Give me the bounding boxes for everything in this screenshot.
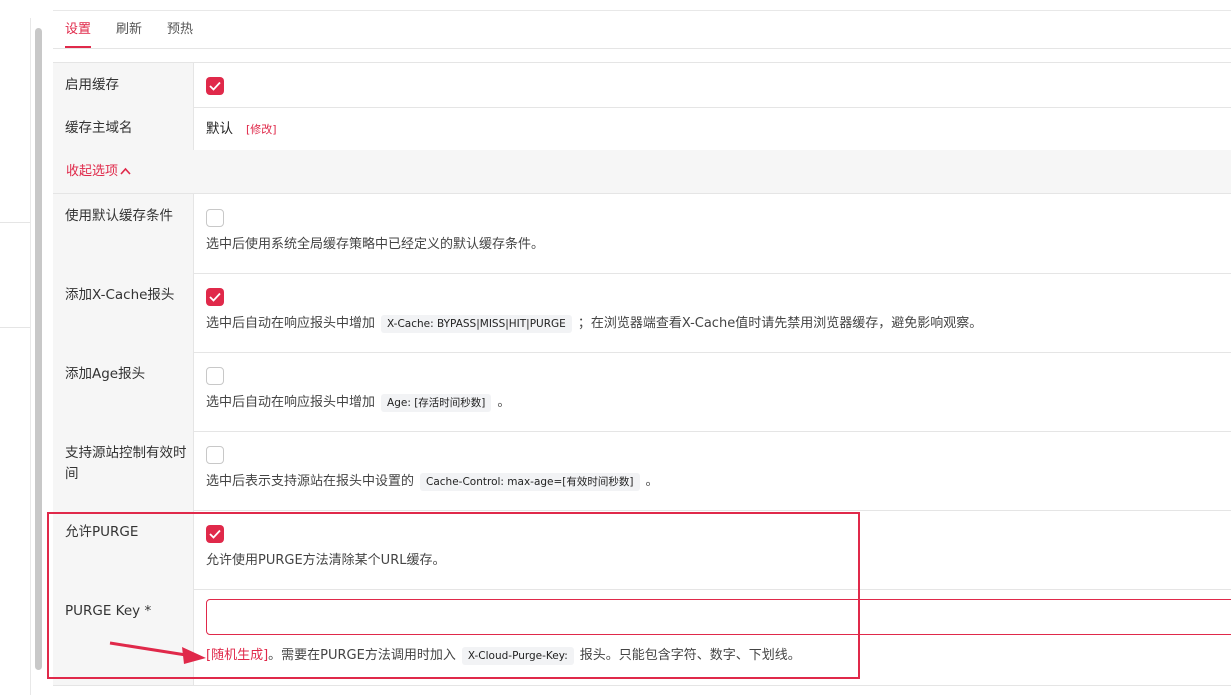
left-panel xyxy=(0,18,31,695)
row-default-conditions: 使用默认缓存条件 选中后使用系统全局缓存策略中已经定义的默认缓存条件。 xyxy=(53,194,1231,274)
purge-key-label: PURGE Key * xyxy=(65,603,152,619)
default-conditions-desc: 选中后使用系统全局缓存策略中已经定义的默认缓存条件。 xyxy=(206,237,545,252)
collapse-options-link[interactable]: 收起选项 xyxy=(66,162,131,182)
cache-host-value: 默认 xyxy=(206,121,233,137)
annotation-arrow-icon xyxy=(109,641,206,664)
left-divider xyxy=(0,327,30,328)
row-age: 添加Age报头 选中后自动在响应报头中增加 Age: [存活时间秒数]。 xyxy=(53,352,1231,432)
age-label: 添加Age报头 xyxy=(65,366,146,382)
tab-preheat[interactable]: 预热 xyxy=(167,12,193,47)
age-code: Age: [存活时间秒数] xyxy=(381,394,492,412)
x-cache-desc: 选中后自动在响应报头中增加 X-Cache: BYPASS|MISS|HIT|PU… xyxy=(206,315,983,333)
origin-control-desc: 选中后表示支持源站在报头中设置的 Cache-Control: max-age=[… xyxy=(206,473,659,491)
row-x-cache: 添加X-Cache报头 选中后自动在响应报头中增加 X-Cache: BYPASS… xyxy=(53,273,1231,353)
cache-host-edit-link[interactable]: [修改] xyxy=(246,120,277,140)
row-origin-control: 支持源站控制有效时间 选中后表示支持源站在报头中设置的 Cache-Control… xyxy=(53,431,1231,511)
enable-cache-checkbox[interactable] xyxy=(206,77,224,95)
row-cache-host: 缓存主域名 默认 [修改] xyxy=(53,107,1231,151)
purge-checkbox[interactable] xyxy=(206,525,224,543)
chevron-up-icon xyxy=(120,167,131,175)
age-desc: 选中后自动在响应报头中增加 Age: [存活时间秒数]。 xyxy=(206,394,511,412)
left-divider xyxy=(0,222,30,223)
purge-desc: 允许使用PURGE方法清除某个URL缓存。 xyxy=(206,553,446,568)
default-conditions-label: 使用默认缓存条件 xyxy=(65,208,173,224)
check-icon xyxy=(209,529,221,539)
enable-cache-label: 启用缓存 xyxy=(65,77,119,93)
top-divider xyxy=(53,10,1231,11)
age-checkbox[interactable] xyxy=(206,367,224,385)
x-cache-label: 添加X-Cache报头 xyxy=(65,287,175,303)
settings-table: 启用缓存 缓存主域名 默认 [修改] 收起选项 使用默认缓存条件 选中后使用系统… xyxy=(53,62,1231,686)
x-cache-code: X-Cache: BYPASS|MISS|HIT|PURGE xyxy=(381,315,572,333)
purge-label: 允许PURGE xyxy=(65,524,139,540)
check-icon xyxy=(209,81,221,91)
origin-control-checkbox[interactable] xyxy=(206,446,224,464)
tab-bar: 设置 刷新 预热 xyxy=(53,12,1231,49)
check-icon xyxy=(209,292,221,302)
row-purge-key: PURGE Key * [随机生成]。需要在PURGE方法调用时加入 X-Clou… xyxy=(53,589,1231,686)
scrollbar[interactable] xyxy=(35,28,42,670)
tab-settings[interactable]: 设置 xyxy=(65,12,92,48)
purge-key-desc: [随机生成]。需要在PURGE方法调用时加入 X-Cloud-Purge-Key:… xyxy=(206,647,801,665)
random-generate-link[interactable]: [随机生成] xyxy=(206,648,268,663)
tab-refresh[interactable]: 刷新 xyxy=(116,12,142,47)
purge-key-input[interactable] xyxy=(206,599,1231,635)
purge-key-code: X-Cloud-Purge-Key: xyxy=(461,647,574,665)
origin-control-code: Cache-Control: max-age=[有效时间秒数] xyxy=(420,473,640,491)
default-conditions-checkbox[interactable] xyxy=(206,209,224,227)
row-purge: 允许PURGE 允许使用PURGE方法清除某个URL缓存。 xyxy=(53,510,1231,590)
origin-control-label: 支持源站控制有效时间 xyxy=(65,445,187,482)
x-cache-checkbox[interactable] xyxy=(206,288,224,306)
row-enable-cache: 启用缓存 xyxy=(53,63,1231,108)
cache-host-label: 缓存主域名 xyxy=(65,120,133,136)
row-collapse: 收起选项 xyxy=(53,150,1231,194)
